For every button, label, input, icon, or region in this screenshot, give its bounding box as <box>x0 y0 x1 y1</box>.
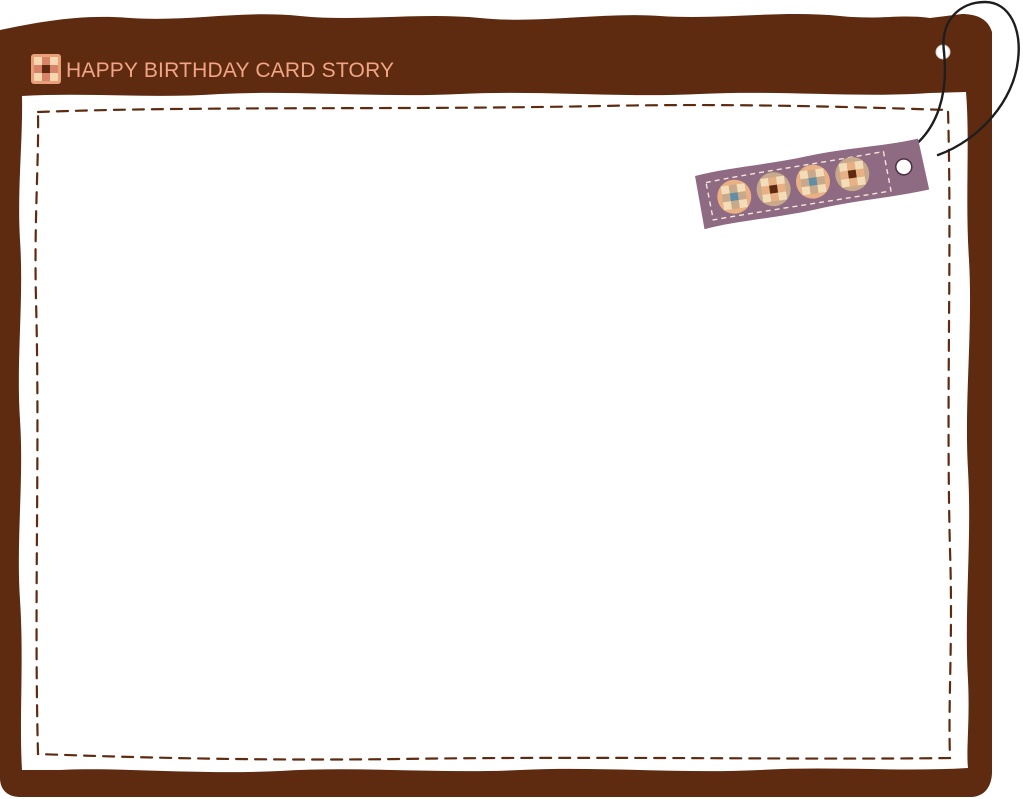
birthday-card: HAPPY BIRTHDAY CARD STORY <box>0 0 1023 799</box>
gift-tag-icon <box>695 138 930 230</box>
checker-square-icon <box>31 54 61 84</box>
card-title: HAPPY BIRTHDAY CARD STORY <box>66 59 395 82</box>
